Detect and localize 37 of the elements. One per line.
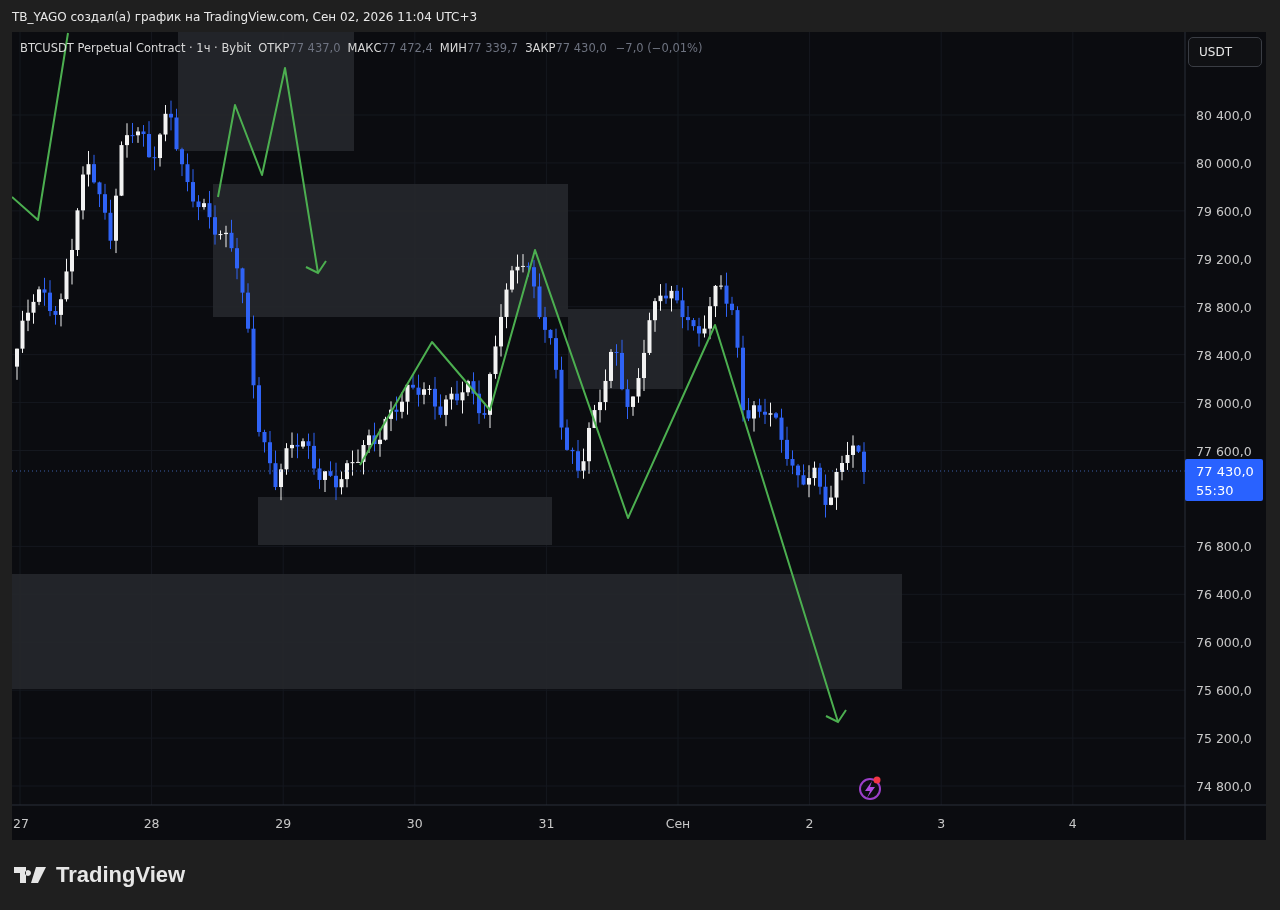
time-axis-label: 4 <box>1068 816 1077 831</box>
price-axis-label: 75 200,0 <box>1196 731 1252 747</box>
ohlc-value: 77 437,0 <box>289 41 341 55</box>
price-axis-label: 80 400,0 <box>1196 108 1252 123</box>
ohlc-label: ЗАКР <box>525 41 556 55</box>
ohlc-value: 77 339,7 <box>466 41 519 55</box>
price-axis-label: 75 600,0 <box>1196 683 1252 699</box>
time-axis-label: Сен <box>665 816 691 831</box>
price-axis-label: 77 600,0 <box>1196 443 1252 459</box>
time-axis-label: 27 <box>13 816 29 831</box>
lightning-icon <box>859 776 881 800</box>
ohlc-label: МАКС <box>347 41 382 55</box>
logo-text: TradingView <box>56 862 186 888</box>
time-axis-label: 31 <box>538 816 555 831</box>
ohlc-value: 77 472,4 <box>381 41 433 55</box>
time-axis-label: 3 <box>937 816 946 831</box>
ohlc-label: ОТКР <box>258 41 290 55</box>
time-axis-label: 30 <box>406 816 423 831</box>
price-change: −7,0 (−0,01%) <box>615 41 703 55</box>
price-axis-label: 78 000,0 <box>1196 395 1252 411</box>
ohlc-label: МИН <box>439 41 467 55</box>
price-axis-label: 79 600,0 <box>1196 203 1252 219</box>
price-axis-label: 76 400,0 <box>1196 587 1252 603</box>
price-axis-label: 78 800,0 <box>1196 299 1252 315</box>
currency-button[interactable]: USDT <box>1188 37 1262 67</box>
price-tag: 77 430,0 55:30 <box>1185 459 1263 501</box>
price-axis-label: 76 800,0 <box>1196 539 1252 555</box>
price-axis-label: 80 000,0 <box>1196 155 1252 171</box>
price-axis-label: 76 000,0 <box>1196 635 1252 651</box>
chart-caption: TB_YAGO создал(а) график на TradingView.com, Сен 02, 2026 11:04 UTC+3 <box>11 9 479 26</box>
ohlc-value: 77 430,0 <box>555 41 607 55</box>
time-axis-label: 28 <box>143 816 160 831</box>
time-axis-label: 29 <box>275 816 292 831</box>
time-axis-label: 2 <box>805 816 814 831</box>
price-axis-label: 79 200,0 <box>1196 251 1252 267</box>
price-axis-label: 74 800,0 <box>1196 779 1252 794</box>
price-axis-label: 78 400,0 <box>1196 347 1252 363</box>
